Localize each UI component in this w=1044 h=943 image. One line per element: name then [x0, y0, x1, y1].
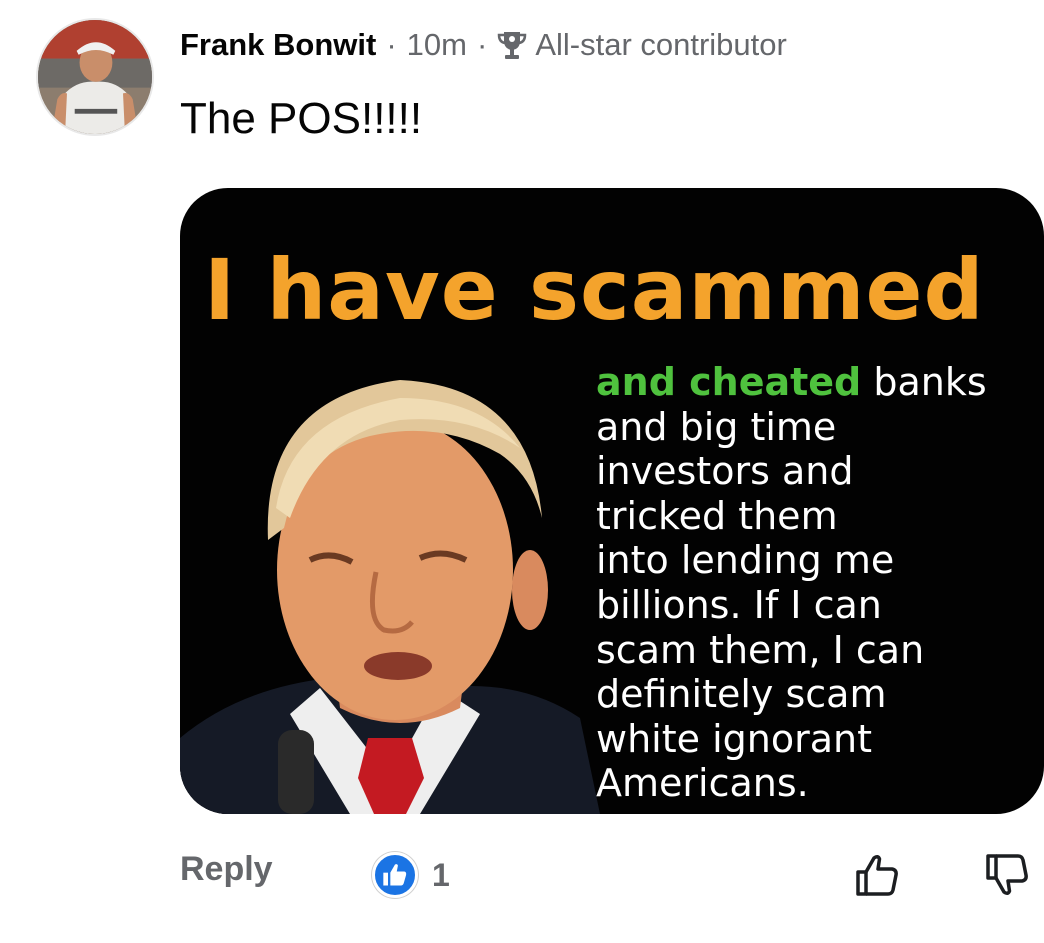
meme-line: into lending me [596, 538, 895, 583]
contributor-badge[interactable]: All-star contributor [497, 26, 787, 64]
timestamp[interactable]: 10m [407, 26, 467, 64]
meme-body-text: and cheated banks and big time investors… [596, 360, 1036, 806]
meme-line: white ignorant [596, 716, 872, 761]
reaction-summary[interactable]: 1 [372, 852, 450, 898]
meme-highlight: and cheated [596, 360, 862, 404]
comment-header: Frank Bonwit · 10m · All-star contributo… [180, 26, 787, 64]
thumbs-up-icon[interactable] [852, 850, 902, 900]
like-reaction-icon [372, 852, 418, 898]
reply-button[interactable]: Reply [180, 850, 273, 889]
author-name[interactable]: Frank Bonwit [180, 26, 376, 64]
thumbs-down-icon[interactable] [982, 850, 1032, 900]
meme-line: and big time [596, 404, 837, 449]
meme-title: I have scammed [204, 241, 985, 339]
trophy-icon [498, 32, 527, 59]
badge-label: All-star contributor [535, 27, 787, 62]
meme-line: tricked them [596, 493, 838, 538]
comment-card: Frank Bonwit · 10m · All-star contributo… [0, 0, 1044, 943]
portrait-image [180, 358, 600, 814]
meme-line: investors and [596, 449, 854, 494]
comment-image[interactable]: I have scammed and cheated banks and big… [180, 188, 1044, 814]
meme-line: definitely scam [596, 672, 887, 717]
avatar[interactable] [36, 18, 154, 136]
separator-dot: · [386, 27, 397, 62]
meme-line-1: and cheated banks [596, 360, 987, 404]
meme-line: billions. If I can [596, 582, 882, 627]
separator-dot: · [476, 27, 488, 62]
avatar-image [38, 20, 152, 134]
reaction-count: 1 [432, 856, 450, 893]
comment-text: The POS!!!!! [180, 94, 423, 143]
meme-line: scam them, I can [596, 627, 925, 672]
meme-line: Americans. [596, 761, 809, 806]
